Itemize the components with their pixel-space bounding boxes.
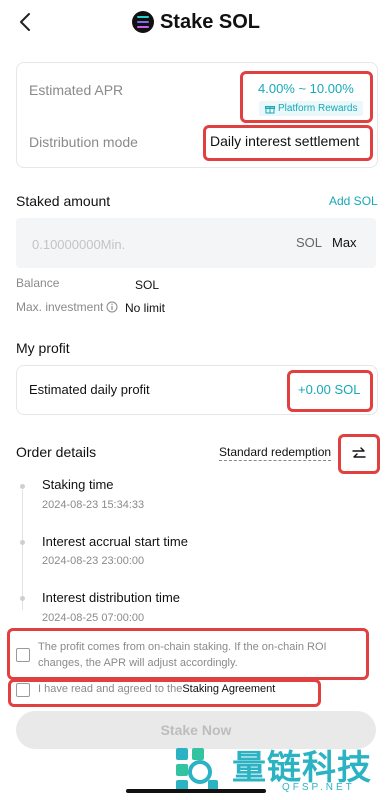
my-profit-title: My profit	[16, 340, 70, 356]
timeline-step-time: 2024-08-23 15:34:33	[42, 499, 145, 511]
distribution-label: Distribution mode	[29, 134, 138, 150]
platform-rewards-badge: Platform Rewards	[259, 101, 364, 116]
max-investment-row: Max. investment	[16, 300, 118, 314]
max-investment-value: No limit	[125, 301, 166, 315]
apr-value: 4.00% ~ 10.00%	[258, 81, 354, 96]
balance-label: Balance	[16, 276, 60, 290]
watermark-url: QFSP.NET	[282, 782, 355, 793]
notice-checkbox[interactable]	[16, 648, 30, 662]
agreement-checkbox[interactable]	[16, 683, 30, 697]
timeline-step-time: 2024-08-23 23:00:00	[42, 555, 145, 567]
timeline-dot	[20, 540, 25, 545]
swap-button[interactable]	[338, 434, 380, 474]
stake-unit: SOL	[296, 235, 323, 250]
stake-amount-field[interactable]: SOL Max	[16, 218, 376, 268]
home-indicator	[126, 789, 266, 793]
add-sol-link[interactable]: Add SOL	[329, 194, 378, 208]
page-title: Stake SOL	[159, 10, 261, 33]
estimated-daily-profit-label: Estimated daily profit	[29, 382, 150, 397]
info-icon[interactable]	[106, 301, 118, 313]
page-header: Stake SOL	[0, 8, 392, 36]
max-button[interactable]: Max	[332, 235, 357, 250]
apr-label: Estimated APR	[29, 82, 124, 98]
balance-value: SOL	[135, 278, 160, 292]
timeline-step-label: Interest accrual start time	[42, 534, 188, 549]
swap-icon	[352, 447, 366, 458]
platform-rewards-label: Platform Rewards	[278, 103, 358, 114]
timeline-line	[22, 490, 23, 610]
staked-amount-title: Staked amount	[16, 193, 111, 209]
max-investment-label: Max. investment	[16, 300, 104, 314]
agreement-prefix: I have read and agreed to the	[38, 683, 183, 695]
estimated-daily-profit-value: +0.00 SOL	[298, 382, 361, 397]
redemption-mode[interactable]: Standard redemption	[219, 445, 332, 461]
order-details-title: Order details	[16, 444, 97, 460]
stake-now-label: Stake Now	[160, 722, 232, 738]
timeline-step-label: Staking time	[42, 477, 114, 492]
notice-text: The profit comes from on-chain staking. …	[38, 641, 327, 669]
timeline-dot	[20, 484, 25, 489]
distribution-value: Daily interest settlement	[210, 133, 360, 149]
gift-icon	[265, 105, 275, 113]
timeline-step-label: Interest distribution time	[42, 590, 181, 605]
staking-agreement-link[interactable]: Staking Agreement	[182, 683, 275, 695]
solana-logo-icon	[131, 11, 154, 33]
agreement-row: I have read and agreed to theStaking Agr…	[38, 683, 275, 695]
timeline-dot	[20, 596, 25, 601]
timeline-step-time: 2024-08-25 07:00:00	[42, 612, 145, 624]
stake-amount-input[interactable]	[30, 232, 254, 256]
